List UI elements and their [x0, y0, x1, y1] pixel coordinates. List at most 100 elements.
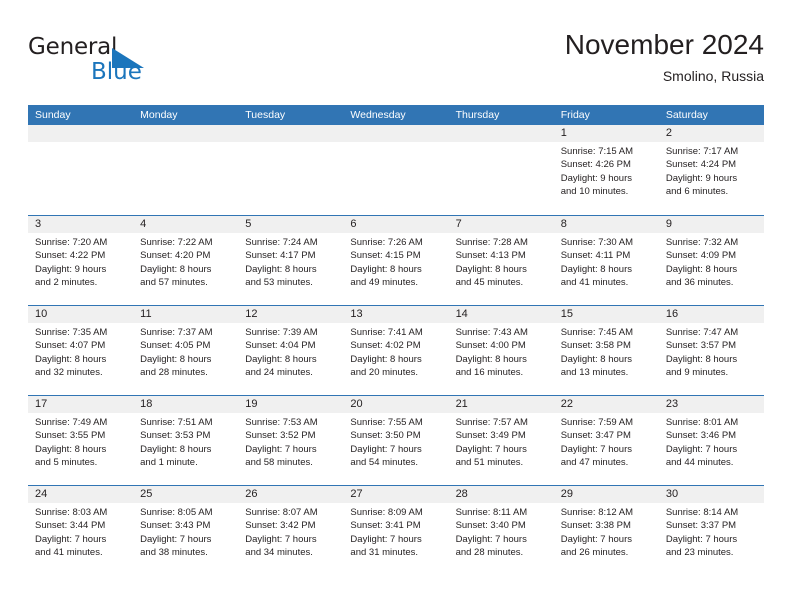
daylight-text: Daylight: 7 hours	[455, 533, 527, 545]
calendar-day-cell[interactable]: 28 Sunrise: 8:11 AM Sunset: 3:40 PM Dayligh…	[448, 486, 554, 575]
sunrise-text: Sunrise: 7:32 AM	[665, 237, 739, 248]
calendar-day-cell[interactable]: 10 Sunrise: 7:35 AM Sunset: 4:07 PM Dayligh…	[28, 306, 134, 395]
sunset-text: Sunset: 4:24 PM	[665, 159, 737, 171]
daylight-text: Daylight: 9 hours	[35, 263, 107, 275]
day-number: 12	[238, 306, 344, 323]
daylight-text-cont: and 34 minutes.	[245, 547, 313, 559]
sunset-text: Sunset: 4:09 PM	[665, 250, 737, 262]
daylight-text-cont: and 44 minutes.	[665, 457, 734, 469]
calendar-day-cell[interactable]: 26 Sunrise: 8:07 AM Sunset: 3:42 PM Dayligh…	[238, 486, 344, 575]
calendar-day-cell[interactable]: 20 Sunrise: 7:55 AM Sunset: 3:50 PM Dayligh…	[343, 396, 449, 485]
calendar-day-cell[interactable]: 18 Sunrise: 7:51 AM Sunset: 3:53 PM Dayligh…	[133, 396, 239, 485]
title-block: November 2024 Smolino, Russia	[565, 28, 764, 86]
calendar-day-cell[interactable]: 23 Sunrise: 8:01 AM Sunset: 3:46 PM Dayligh…	[658, 396, 764, 485]
calendar-day-cell[interactable]: 9 Sunrise: 7:32 AM Sunset: 4:09 PM Daylight…	[658, 216, 764, 305]
day-details: Sunrise: 7:55 AM Sunset: 3:50 PM Daylight:…	[343, 413, 448, 470]
weekday-header-monday: Monday	[140, 109, 178, 121]
calendar-day-cell[interactable]: 30 Sunrise: 8:14 AM Sunset: 3:37 PM Dayligh…	[658, 486, 764, 575]
calendar-week-row: 1 Sunrise: 7:15 AM Sunset: 4:26 PM Daylight…	[28, 125, 764, 215]
day-details: Sunrise: 7:20 AM Sunset: 4:22 PM Daylight:…	[28, 233, 133, 290]
day-details: Sunrise: 8:03 AM Sunset: 3:44 PM Daylight:…	[28, 503, 133, 560]
calendar-day-cell[interactable]: 1 Sunrise: 7:15 AM Sunset: 4:26 PM Daylight…	[553, 125, 659, 215]
day-details: Sunrise: 7:53 AM Sunset: 3:52 PM Daylight:…	[238, 413, 343, 470]
day-details: Sunrise: 7:49 AM Sunset: 3:55 PM Daylight:…	[28, 413, 133, 470]
sunset-text: Sunset: 4:05 PM	[140, 340, 211, 352]
calendar-day-cell[interactable]: 6 Sunrise: 7:26 AM Sunset: 4:15 PM Daylight…	[343, 216, 449, 305]
sunset-text: Sunset: 4:07 PM	[35, 340, 106, 352]
daylight-text: Daylight: 8 hours	[665, 353, 738, 365]
day-number: 10	[28, 306, 134, 323]
calendar-day-cell[interactable]: 11 Sunrise: 7:37 AM Sunset: 4:05 PM Dayligh…	[133, 306, 239, 395]
day-number: 13	[343, 306, 449, 323]
sunrise-text: Sunrise: 8:12 AM	[560, 507, 634, 518]
sunset-text: Sunset: 3:58 PM	[560, 340, 631, 352]
sunset-text: Sunset: 4:17 PM	[245, 250, 316, 262]
sunset-text: Sunset: 4:26 PM	[560, 159, 631, 171]
sunrise-text: Sunrise: 7:49 AM	[35, 417, 108, 428]
sunset-text: Sunset: 3:52 PM	[245, 430, 316, 442]
daylight-text: Daylight: 7 hours	[350, 443, 422, 455]
calendar-day-cell[interactable]: 24 Sunrise: 8:03 AM Sunset: 3:44 PM Dayligh…	[28, 486, 134, 575]
weekday-header-saturday: Saturday	[665, 109, 708, 121]
sunset-text: Sunset: 4:13 PM	[455, 250, 526, 262]
calendar-day-cell[interactable]: 25 Sunrise: 8:05 AM Sunset: 3:43 PM Dayligh…	[133, 486, 239, 575]
calendar-day-cell[interactable]: 7 Sunrise: 7:28 AM Sunset: 4:13 PM Daylight…	[448, 216, 554, 305]
sunrise-text: Sunrise: 8:07 AM	[245, 507, 318, 518]
sunrise-text: Sunrise: 7:17 AM	[665, 146, 739, 157]
calendar-day-cell[interactable]: 22 Sunrise: 7:59 AM Sunset: 3:47 PM Dayligh…	[553, 396, 659, 485]
calendar-day-cell[interactable]: 27 Sunrise: 8:09 AM Sunset: 3:41 PM Dayligh…	[343, 486, 449, 575]
sunset-text: Sunset: 3:37 PM	[665, 520, 737, 532]
calendar-day-cell[interactable]: 4 Sunrise: 7:22 AM Sunset: 4:20 PM Daylight…	[133, 216, 239, 305]
calendar-day-cell[interactable]: 29 Sunrise: 8:12 AM Sunset: 3:38 PM Dayligh…	[553, 486, 659, 575]
daylight-text-cont: and 24 minutes.	[245, 367, 313, 379]
sunset-text: Sunset: 4:15 PM	[350, 250, 421, 262]
sunrise-text: Sunrise: 7:15 AM	[560, 146, 634, 157]
calendar-day-cell[interactable]: 15 Sunrise: 7:45 AM Sunset: 3:58 PM Dayligh…	[553, 306, 659, 395]
calendar-day-cell[interactable]: 8 Sunrise: 7:30 AM Sunset: 4:11 PM Daylight…	[553, 216, 659, 305]
sunset-text: Sunset: 4:11 PM	[560, 250, 631, 262]
daylight-text-cont: and 20 minutes.	[350, 367, 419, 379]
daylight-text: Daylight: 8 hours	[455, 353, 527, 365]
day-details: Sunrise: 7:45 AM Sunset: 3:58 PM Daylight:…	[554, 323, 659, 380]
daylight-text-cont: and 51 minutes.	[455, 457, 524, 469]
day-number: 26	[238, 486, 344, 503]
daylight-text-cont: and 28 minutes.	[455, 547, 524, 559]
daylight-text: Daylight: 7 hours	[560, 443, 632, 455]
day-number: 25	[133, 486, 239, 503]
daylight-text: Daylight: 8 hours	[455, 263, 527, 275]
sunset-text: Sunset: 4:22 PM	[35, 250, 106, 262]
daylight-text-cont: and 57 minutes.	[140, 277, 208, 289]
daylight-text-cont: and 36 minutes.	[665, 277, 734, 289]
day-details: Sunrise: 7:37 AM Sunset: 4:05 PM Daylight:…	[133, 323, 238, 380]
day-number: 14	[448, 306, 554, 323]
day-number: 15	[553, 306, 659, 323]
daylight-text-cont: and 41 minutes.	[560, 277, 629, 289]
sunrise-text: Sunrise: 7:43 AM	[455, 327, 528, 338]
calendar-day-cell[interactable]: 5 Sunrise: 7:24 AM Sunset: 4:17 PM Daylight…	[238, 216, 344, 305]
daylight-text-cont: and 5 minutes.	[35, 457, 98, 469]
calendar-day-cell[interactable]: 3 Sunrise: 7:20 AM Sunset: 4:22 PM Daylight…	[28, 216, 134, 305]
calendar-day-cell[interactable]: 13 Sunrise: 7:41 AM Sunset: 4:02 PM Dayligh…	[343, 306, 449, 395]
calendar-day-cell[interactable]: 19 Sunrise: 7:53 AM Sunset: 3:52 PM Dayligh…	[238, 396, 344, 485]
day-number	[133, 125, 239, 142]
calendar-day-cell[interactable]: 14 Sunrise: 7:43 AM Sunset: 4:00 PM Dayligh…	[448, 306, 554, 395]
day-details: Sunrise: 7:28 AM Sunset: 4:13 PM Daylight:…	[449, 233, 554, 290]
day-number: 24	[28, 486, 134, 503]
calendar-day-cell[interactable]: 2 Sunrise: 7:17 AM Sunset: 4:24 PM Daylight…	[658, 125, 764, 215]
page-header: General Blue November 2024 Smolino, Russ…	[28, 28, 764, 98]
calendar-week-row: 24 Sunrise: 8:03 AM Sunset: 3:44 PM Dayligh…	[28, 485, 764, 575]
day-details: Sunrise: 8:12 AM Sunset: 3:38 PM Daylight:…	[554, 503, 659, 560]
calendar-day-cell[interactable]: 12 Sunrise: 7:39 AM Sunset: 4:04 PM Dayligh…	[238, 306, 344, 395]
calendar-day-cell[interactable]: 21 Sunrise: 7:57 AM Sunset: 3:49 PM Dayligh…	[448, 396, 554, 485]
calendar-day-cell[interactable]: 16 Sunrise: 7:47 AM Sunset: 3:57 PM Dayligh…	[658, 306, 764, 395]
day-details	[343, 142, 448, 145]
daylight-text-cont: and 28 minutes.	[140, 367, 208, 379]
weekday-header-friday: Friday	[560, 109, 590, 121]
daylight-text-cont: and 2 minutes.	[35, 277, 98, 289]
day-number	[238, 125, 344, 142]
daylight-text-cont: and 45 minutes.	[455, 277, 524, 289]
calendar-day-cell[interactable]: 17 Sunrise: 7:49 AM Sunset: 3:55 PM Dayligh…	[28, 396, 134, 485]
calendar-week-row: 17 Sunrise: 7:49 AM Sunset: 3:55 PM Dayligh…	[28, 395, 764, 485]
general-blue-logo[interactable]: General Blue	[28, 34, 228, 92]
day-details: Sunrise: 8:11 AM Sunset: 3:40 PM Daylight:…	[449, 503, 554, 560]
